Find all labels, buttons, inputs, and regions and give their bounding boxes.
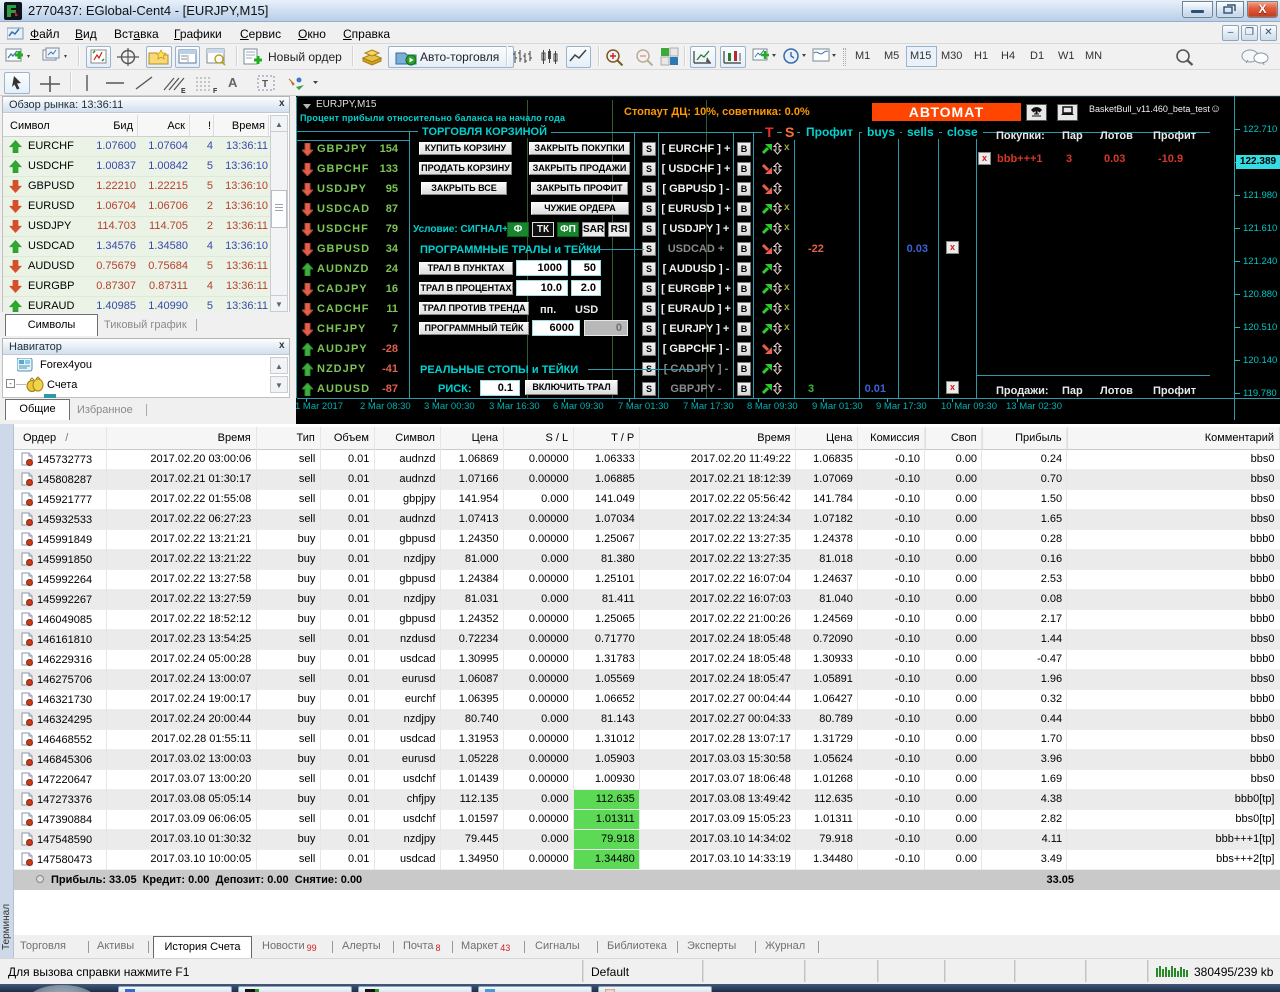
svg-text:E: E [181, 88, 186, 94]
svg-text:F: F [213, 88, 218, 94]
svg-text:T: T [262, 79, 268, 90]
